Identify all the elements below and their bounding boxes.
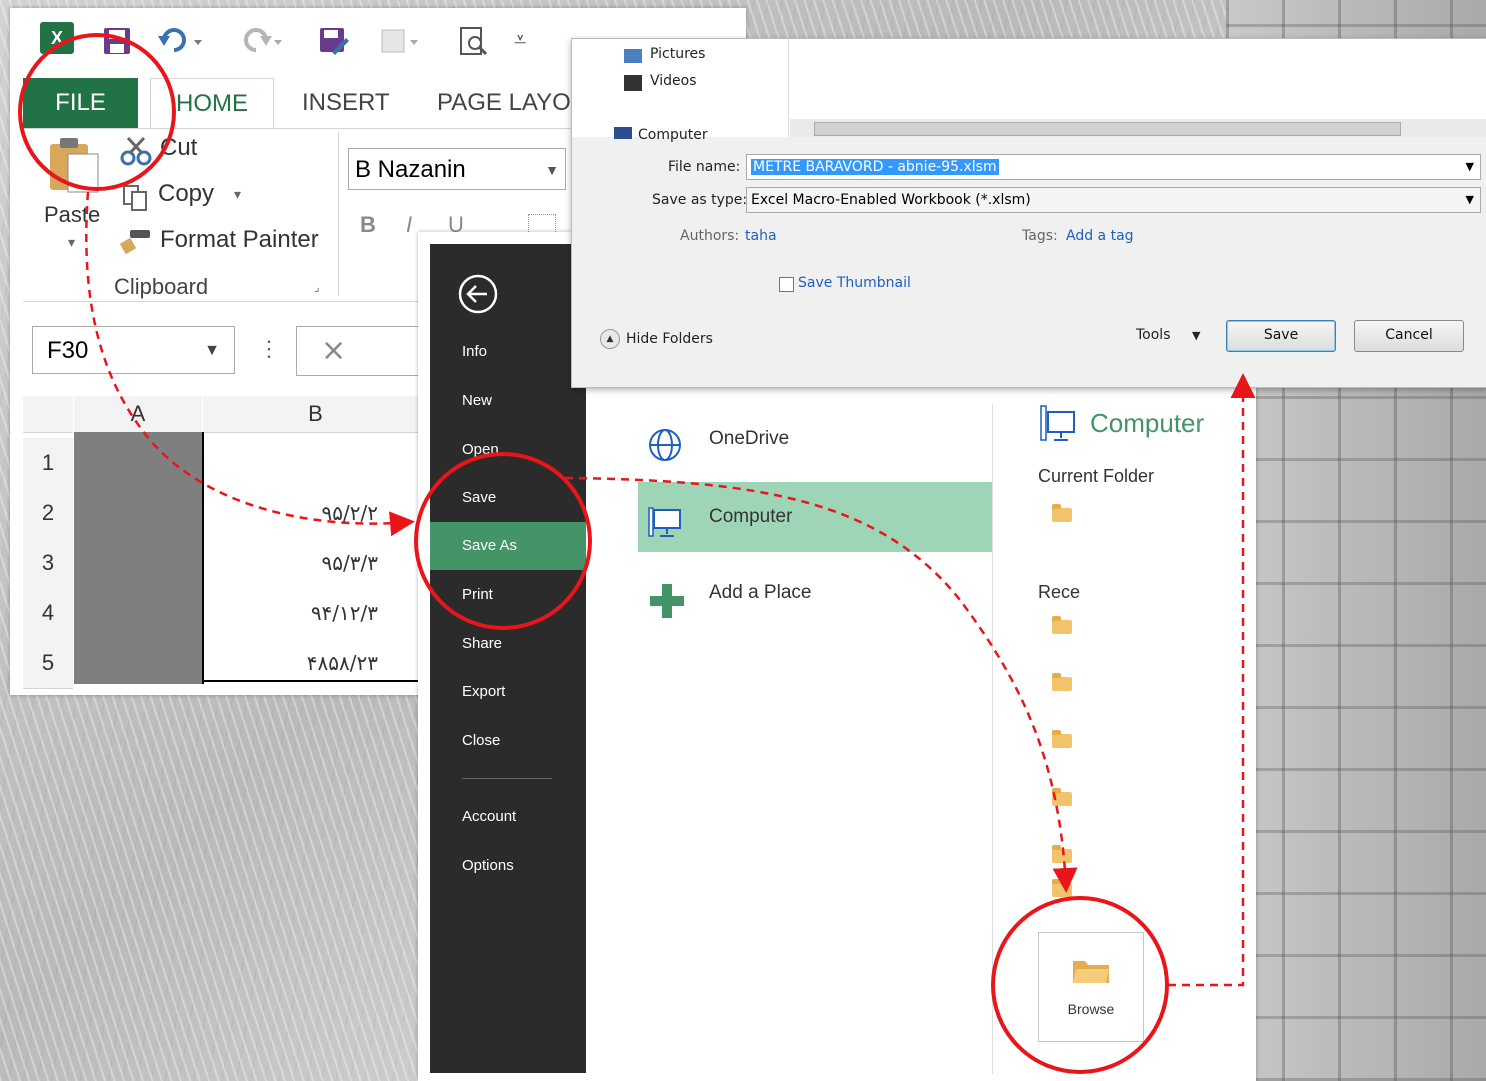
arrow-saveas-to-browse bbox=[564, 476, 1078, 893]
annotation-overlay bbox=[18, 33, 1256, 1074]
save-as-highlight-circle bbox=[414, 452, 592, 630]
browse-highlight-circle bbox=[991, 896, 1169, 1074]
arrow-browse-to-dialog bbox=[1168, 373, 1256, 987]
arrow-file-to-saveas bbox=[85, 191, 415, 537]
file-tab-highlight-circle bbox=[18, 33, 176, 191]
